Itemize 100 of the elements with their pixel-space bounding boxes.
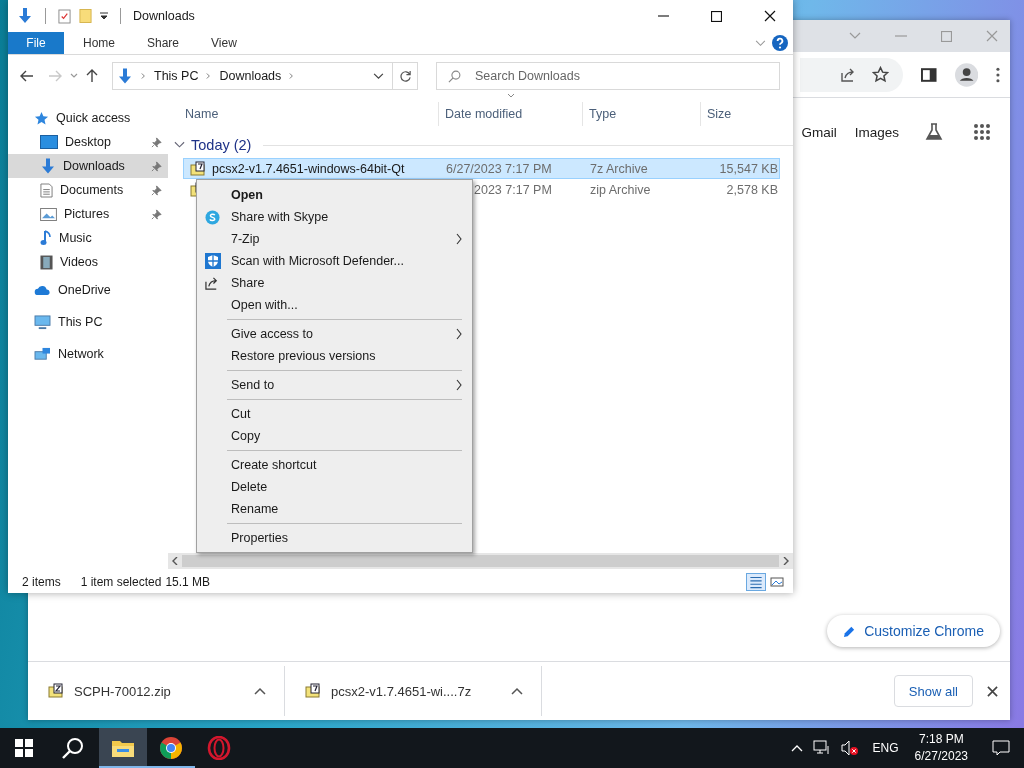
scroll-left-icon[interactable] [172,557,178,565]
selection-size: 15.1 MB [165,575,211,589]
details-view-icon[interactable] [747,574,765,590]
download-arrow-icon[interactable] [17,8,33,24]
menu-item[interactable]: Properties [197,527,472,549]
item-count: 2 items [22,575,61,589]
sort-caret-icon [507,93,515,98]
breadcrumb-item[interactable]: Downloads [219,69,282,83]
archive-file-icon [305,683,321,699]
back-arrow-icon[interactable] [20,70,34,82]
header-link[interactable]: Images [854,124,899,140]
nav-item[interactable]: Quick access [8,106,168,130]
nav-item[interactable]: OneDrive [8,274,168,306]
menu-item[interactable]: 7-Zip [197,228,472,250]
share-icon [205,275,220,291]
breadcrumb-item[interactable]: This PC [154,69,199,83]
close-icon[interactable] [987,685,998,697]
ribbon-tab[interactable]: File [8,32,64,54]
search-field[interactable]: Search Downloads [436,62,780,90]
column-header[interactable]: Name [168,102,439,126]
menu-item[interactable]: Delete [197,476,472,498]
address-bar[interactable] [800,57,904,92]
nav-item[interactable]: Network [8,338,168,370]
menu-item[interactable]: Give access to [197,323,472,345]
menu-item[interactable]: Send to [197,374,472,396]
pin-icon[interactable] [151,160,162,172]
refresh-button[interactable] [392,62,418,90]
menu-item[interactable]: Share with Skype [197,206,472,228]
help-icon[interactable] [772,35,788,51]
menu-item[interactable]: Open [197,184,472,206]
window-title: Downloads [133,9,195,23]
refresh-icon [398,69,412,83]
column-header[interactable]: Size [701,102,771,126]
chevron-down-icon[interactable] [174,141,185,149]
menu-item[interactable]: Open with... [197,294,472,316]
menu-item[interactable]: Cut [197,403,472,425]
download-arrow-icon [117,67,133,85]
close-icon[interactable] [764,10,776,22]
notification-icon[interactable] [992,740,1010,756]
pin-icon[interactable] [151,208,162,220]
folder-icon [111,738,135,758]
dropdown-caret-icon[interactable] [373,72,384,80]
horizontal-scrollbar[interactable] [168,553,793,569]
menu-item[interactable]: Copy [197,425,472,447]
customize-chrome-button[interactable]: Customize Chrome [827,615,1000,647]
type-cell-text: zip Archive [590,182,652,197]
menu-item[interactable]: Restore previous versions [197,345,472,367]
large-icons-view-icon[interactable] [769,575,785,589]
menu-item[interactable]: Scan with Microsoft Defender... [197,250,472,272]
column-header[interactable]: Date modified [439,102,583,126]
nav-item[interactable]: Videos [8,250,168,274]
taskbar-app[interactable] [99,728,147,768]
nav-item[interactable]: Desktop [8,130,168,154]
column-header[interactable]: Type [583,102,701,126]
group-header[interactable]: Today (2) [191,137,252,153]
search-icon[interactable] [62,737,84,759]
checklist-document-icon[interactable] [58,8,71,24]
size-cell-text: 15,547 KB [718,161,778,176]
dropdown-caret-icon[interactable] [100,12,108,20]
menu-dots-icon[interactable] [996,66,1000,83]
flask-icon[interactable] [924,122,944,142]
ribbon-tab[interactable]: Share [134,32,193,54]
nav-item[interactable]: This PC [8,306,168,338]
scroll-right-icon[interactable] [783,557,789,565]
file-row[interactable]: pcsx2-v1.7.4651-windows-64bit-Qt 6/27/2023 7:17 PM 7z Archive 15,547 KB [183,158,780,179]
header-link[interactable]: Gmail [801,124,837,140]
pin-icon[interactable] [151,136,162,148]
up-arrow-icon[interactable] [86,69,98,83]
start-windows-icon[interactable] [15,739,33,757]
ribbon-tab[interactable]: Home [70,32,128,54]
muted-speaker-icon[interactable] [840,740,859,756]
chevron-right-icon [206,72,212,80]
show-all-button[interactable]: Show all [893,675,973,707]
star-icon [34,110,49,126]
nav-item[interactable]: Downloads [8,154,168,178]
document-icon [40,182,53,198]
pin-icon[interactable] [151,184,162,196]
nav-item[interactable]: Pictures [8,202,168,226]
maximize-icon[interactable] [711,10,722,22]
profile-avatar-icon[interactable] [954,62,979,87]
computer-icon [34,314,51,330]
download-file-name[interactable]: SCPH-70012.zip [74,683,171,699]
language-indicator[interactable]: ENG [872,741,899,755]
clock[interactable]: 7:18 PM 6/27/2023 [914,731,968,765]
menu-item[interactable]: Rename [197,498,472,520]
nav-item[interactable]: Music [8,226,168,250]
network-icon[interactable] [812,740,831,756]
chrome-icon [159,736,183,760]
caret-up-icon[interactable] [511,687,523,695]
nav-item[interactable]: Documents [8,178,168,202]
caret-up-icon[interactable] [254,687,266,695]
apps-grid-icon[interactable] [973,123,991,141]
menu-item[interactable]: Create shortcut [197,454,472,476]
menu-item[interactable]: Share [197,272,472,294]
ribbon-tab[interactable]: View [198,32,250,54]
recent-caret-icon[interactable] [70,73,78,79]
star-icon[interactable] [872,66,890,83]
download-file-name[interactable]: pcsx2-v1.7.4651-wi....7z [331,683,472,699]
address-field[interactable]: This PC Downloads [112,62,393,90]
side-panel-icon[interactable] [921,67,937,82]
